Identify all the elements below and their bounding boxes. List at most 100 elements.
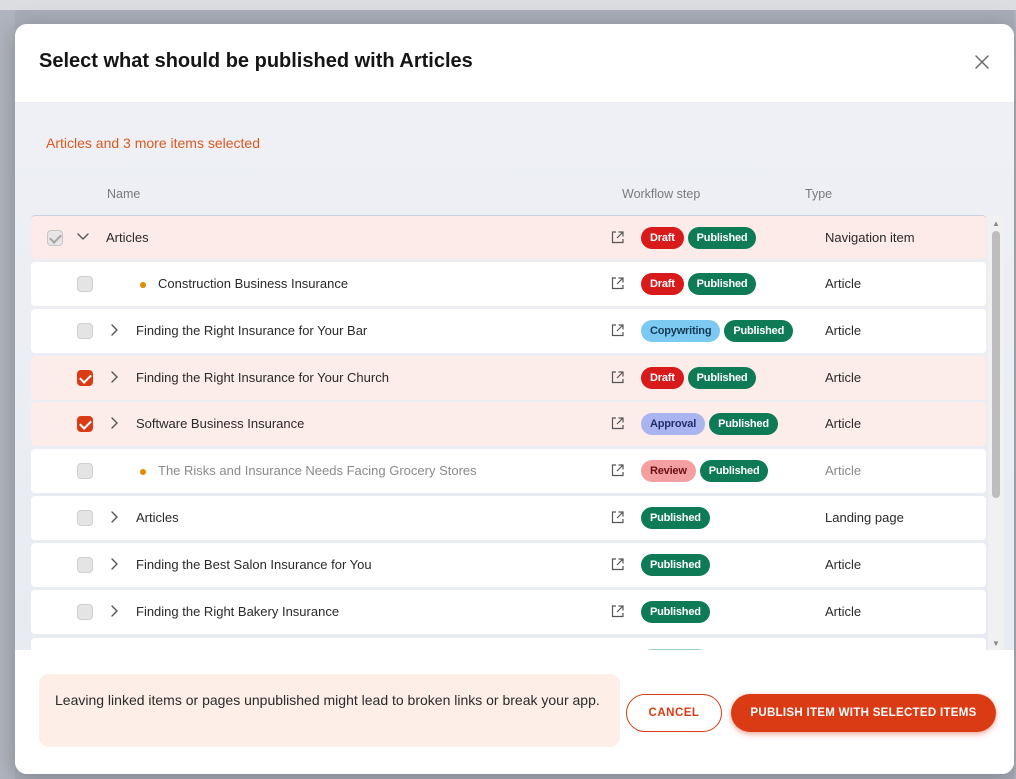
- row-type: Landing page: [825, 510, 904, 526]
- open-in-new-icon[interactable]: [610, 323, 625, 338]
- open-in-new-icon[interactable]: [610, 416, 625, 431]
- row-type: Article: [825, 369, 862, 385]
- row-checkbox: [47, 230, 63, 246]
- status-badge: Review: [641, 460, 696, 483]
- row-name: The Risks and Insurance Needs Facing Gro…: [158, 463, 477, 479]
- row-checkbox[interactable]: [77, 322, 93, 339]
- table-row[interactable]: Articles Published Landing page: [31, 496, 986, 541]
- open-in-new-icon[interactable]: [610, 230, 625, 245]
- row-name: Finding the Right Insurance for Your Chu…: [136, 369, 389, 385]
- table-row-partial: [31, 638, 986, 650]
- close-icon: [975, 55, 989, 69]
- status-badge: Published: [687, 366, 757, 389]
- row-name: Articles: [106, 230, 149, 245]
- table-row[interactable]: Finding the Right Insurance for Your Bar…: [31, 308, 986, 353]
- dialog-header: Select what should be published with Art…: [15, 24, 1014, 102]
- row-name: Finding the Best Salon Insurance for You: [136, 556, 372, 572]
- table-row[interactable]: Finding the Right Bakery Insurance Publis…: [31, 589, 986, 634]
- items-table: Articles Draft Published Navigation item Con…: [31, 215, 1006, 650]
- row-type: Article: [825, 603, 862, 619]
- row-checkbox[interactable]: [77, 369, 93, 386]
- dialog-title: Select what should be published with Art…: [39, 50, 473, 72]
- unsaved-dot-icon: [140, 469, 146, 476]
- workflow-badges: Published: [641, 600, 710, 623]
- chevron-right-icon[interactable]: [107, 370, 121, 384]
- status-badge: Approval: [641, 413, 706, 436]
- dialog-footer: Leaving linked items or pages unpublishe…: [15, 650, 1014, 774]
- row-name: Software Business Insurance: [136, 416, 305, 432]
- status-badge: Published: [699, 460, 769, 483]
- scroll-down-icon[interactable]: ▼: [992, 639, 1000, 648]
- open-in-new-icon[interactable]: [610, 463, 625, 478]
- row-checkbox[interactable]: [77, 275, 93, 292]
- table-row[interactable]: Articles Draft Published Navigation item: [31, 215, 986, 259]
- row-type: Navigation item: [825, 230, 915, 245]
- open-in-new-icon[interactable]: [610, 604, 625, 619]
- status-badge: Published: [641, 507, 710, 530]
- row-checkbox[interactable]: [77, 463, 93, 480]
- browser-top-strip: [0, 0, 1016, 10]
- row-type: Article: [825, 322, 862, 338]
- status-badge: Draft: [641, 366, 684, 389]
- row-name: Construction Business Insurance: [158, 275, 349, 291]
- close-button[interactable]: [970, 50, 994, 74]
- unsaved-dot-icon: [140, 281, 146, 288]
- row-type: Article: [825, 556, 862, 572]
- open-in-new-icon[interactable]: [610, 557, 625, 572]
- chevron-right-icon[interactable]: [107, 604, 121, 618]
- selection-summary: Articles and 3 more items selected: [46, 135, 260, 151]
- open-in-new-icon[interactable]: [610, 510, 625, 525]
- status-badge: Copywriting: [641, 319, 721, 342]
- unpublished-links-warning: Leaving linked items or pages unpublishe…: [39, 674, 620, 747]
- table-row[interactable]: Finding the Best Salon Insurance for You…: [31, 542, 986, 587]
- table-row[interactable]: The Risks and Insurance Needs Facing Gro…: [31, 449, 986, 494]
- table-row[interactable]: Software Business Insurance Approval Publi…: [31, 402, 986, 447]
- status-badge: Published: [687, 272, 757, 295]
- workflow-badges: Draft Published: [641, 272, 757, 295]
- open-in-new-icon[interactable]: [610, 276, 625, 291]
- scrollbar-thumb[interactable]: [992, 231, 1000, 498]
- row-name: Finding the Right Insurance for Your Bar: [136, 322, 368, 338]
- dialog-content: Articles and 3 more items selected Name …: [15, 102, 1014, 650]
- table-scrollbar[interactable]: ▲ ▼: [988, 215, 1004, 650]
- status-badge: Draft: [641, 272, 684, 295]
- publish-with-selected-button[interactable]: PUBLISH ITEM WITH SELECTED ITEMS: [731, 694, 996, 732]
- workflow-badges: Copywriting Published: [641, 319, 794, 342]
- row-checkbox[interactable]: [77, 510, 93, 527]
- table-row[interactable]: Finding the Right Insurance for Your Chu…: [31, 355, 986, 400]
- workflow-badges: Draft Published: [641, 227, 757, 249]
- status-badge: Draft: [641, 227, 684, 249]
- row-checkbox[interactable]: [77, 603, 93, 620]
- workflow-badges: Review Published: [641, 460, 769, 483]
- row-name: Finding the Right Bakery Insurance: [136, 603, 340, 619]
- chevron-right-icon[interactable]: [107, 323, 121, 337]
- backdrop-left: [0, 10, 15, 779]
- open-in-new-icon[interactable]: [610, 370, 625, 385]
- chevron-right-icon[interactable]: [107, 510, 121, 524]
- publish-dialog: Select what should be published with Art…: [15, 24, 1014, 774]
- column-header-type: Type: [805, 187, 833, 201]
- workflow-badges: Approval Published: [641, 413, 778, 436]
- column-header-workflow: Workflow step: [622, 187, 701, 201]
- table-row[interactable]: Construction Business Insurance Draft Publ…: [31, 261, 986, 306]
- chevron-right-icon[interactable]: [107, 557, 121, 571]
- chevron-right-icon[interactable]: [107, 416, 121, 430]
- row-type: Article: [825, 275, 862, 291]
- status-badge: Published: [641, 553, 710, 576]
- status-badge: Published: [687, 227, 757, 249]
- scroll-up-icon[interactable]: ▲: [992, 219, 1000, 228]
- chevron-down-icon[interactable]: [76, 230, 90, 244]
- cancel-button[interactable]: CANCEL: [626, 694, 722, 732]
- row-checkbox[interactable]: [77, 416, 93, 433]
- workflow-badges: Draft Published: [641, 366, 757, 389]
- workflow-badges: Published: [641, 507, 710, 530]
- workflow-badges: Published: [641, 553, 710, 576]
- row-type: Article: [825, 463, 862, 479]
- column-header-name: Name: [107, 187, 141, 201]
- status-badge: Published: [724, 319, 794, 342]
- row-checkbox[interactable]: [77, 556, 93, 573]
- row-name: Articles: [136, 510, 179, 526]
- status-badge: Published: [709, 413, 778, 436]
- row-type: Article: [825, 416, 862, 432]
- status-badge: Published: [641, 600, 710, 623]
